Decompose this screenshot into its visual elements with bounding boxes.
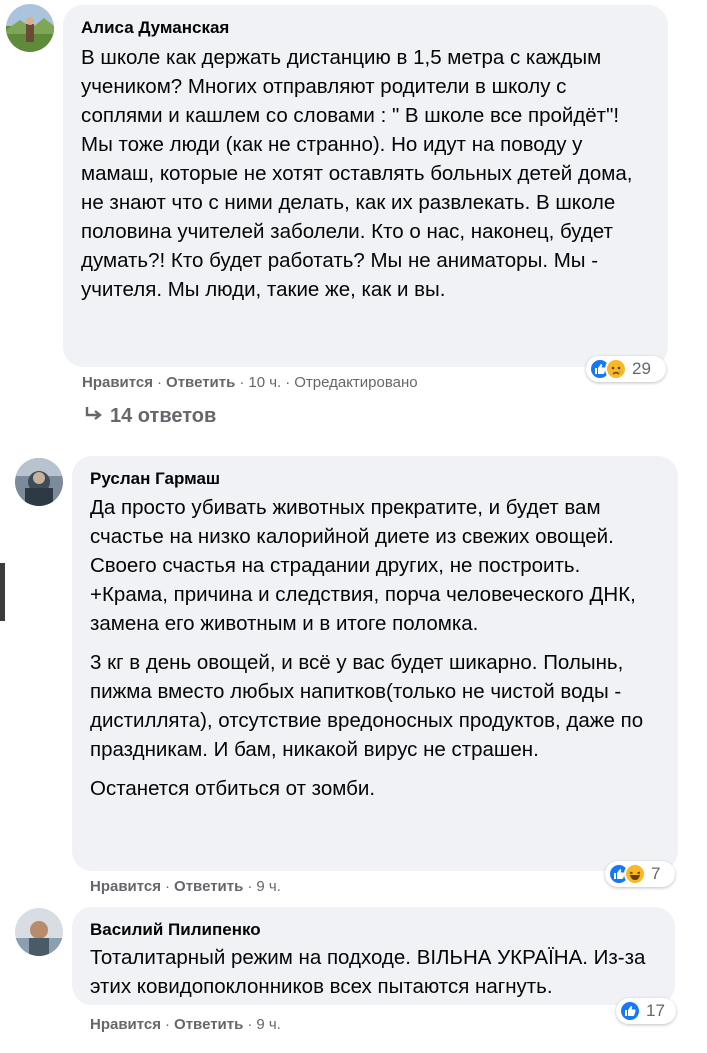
replies-count[interactable]: 14 ответов — [110, 405, 216, 427]
comment-bubble: Алиса Думанская В школе как держать дист… — [63, 5, 668, 367]
comment-bubble: Руслан Гармаш Да просто убивать животных… — [72, 456, 678, 871]
reactions-badge[interactable]: 29 — [586, 356, 666, 382]
reply-button[interactable]: Ответить — [174, 1016, 243, 1033]
comment-text: 3 кг в день овощей, и всё у вас будет ши… — [90, 651, 644, 761]
comment-time[interactable]: 9 ч. — [256, 878, 281, 895]
avatar[interactable] — [15, 908, 63, 956]
reactions-badge[interactable]: 7 — [605, 861, 675, 887]
comment-author[interactable]: Руслан Гармаш — [90, 468, 660, 490]
reaction-count: 7 — [651, 864, 661, 883]
reaction-count: 17 — [646, 1001, 665, 1020]
comment-text: Тоталитарный режим на подходе. ВІЛЬНА УК… — [90, 946, 646, 998]
comment-actions: Нравится · Ответить · 9 ч. — [90, 1016, 281, 1033]
avatar[interactable] — [6, 4, 54, 52]
reply-button[interactable]: Ответить — [166, 374, 235, 391]
reply-arrow-icon — [84, 405, 104, 428]
scroll-indicator[interactable] — [0, 563, 5, 621]
reactions-badge[interactable]: 17 — [616, 998, 676, 1024]
comment-text: Останется отбиться от зомби. — [90, 777, 376, 800]
like-button[interactable]: Нравится — [90, 878, 161, 895]
comment-author[interactable]: Василий Пилипенко — [90, 919, 657, 941]
comment-text: Да просто убивать животных прекратите, и… — [90, 496, 636, 635]
reaction-count: 29 — [632, 359, 651, 378]
avatar[interactable] — [15, 458, 63, 506]
sad-icon — [605, 358, 627, 380]
reply-button[interactable]: Ответить — [174, 878, 243, 895]
like-button[interactable]: Нравится — [82, 374, 153, 391]
comment-actions: Нравится · Ответить · 9 ч. — [90, 878, 281, 895]
like-button[interactable]: Нравится — [90, 1016, 161, 1033]
edited-label: Отредактировано — [294, 374, 418, 391]
comment-author[interactable]: Алиса Думанская — [81, 17, 650, 39]
comment-bubble: Василий Пилипенко Тоталитарный режим на … — [72, 907, 675, 1005]
view-replies-link[interactable]: 14 ответов — [84, 405, 216, 428]
comment-actions: Нравится · Ответить · 10 ч. · Отредактировано — [82, 374, 418, 391]
like-icon — [619, 1000, 641, 1022]
comment-time[interactable]: 9 ч. — [256, 1016, 281, 1033]
haha-icon — [624, 863, 646, 885]
comment-text: В школе как держать дистанцию в 1,5 метр… — [81, 46, 633, 301]
comment-time[interactable]: 10 ч. — [248, 374, 281, 391]
